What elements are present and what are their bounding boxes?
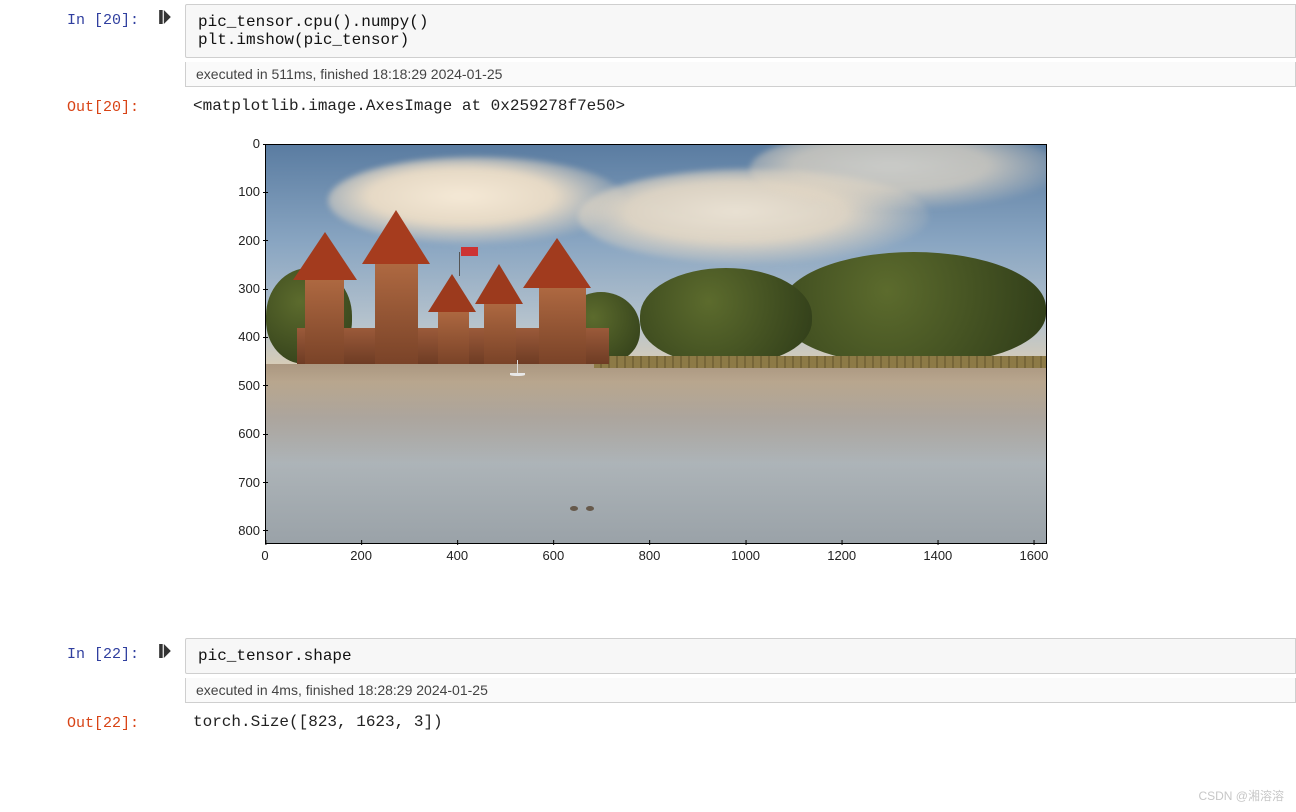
x-tick: 200 — [350, 548, 372, 563]
x-tick: 1600 — [1019, 548, 1048, 563]
exec-row-22: executed in 4ms, finished 18:28:29 2024-… — [0, 678, 1296, 703]
exec-row-20: executed in 511ms, finished 18:18:29 202… — [0, 62, 1296, 87]
y-tick: 500 — [210, 378, 260, 393]
exec-status-22: executed in 4ms, finished 18:28:29 2024-… — [185, 678, 1296, 703]
cell-in-22: In [22]: pic_tensor.shape — [0, 638, 1296, 674]
x-tick: 600 — [542, 548, 564, 563]
x-tick: 800 — [639, 548, 661, 563]
exec-status-20: executed in 511ms, finished 18:18:29 202… — [185, 62, 1296, 87]
x-tick: 400 — [446, 548, 468, 563]
out-prompt-20: Out[20]: — [0, 91, 145, 116]
y-tick: 600 — [210, 426, 260, 441]
in-prompt-22: In [22]: — [0, 638, 145, 663]
output-text-22: torch.Size([823, 1623, 3]) — [185, 707, 1296, 731]
x-tick: 1200 — [827, 548, 856, 563]
run-icon — [159, 644, 171, 658]
cell-out-20: Out[20]: <matplotlib.image.AxesImage at … — [0, 91, 1296, 116]
y-tick: 800 — [210, 523, 260, 538]
output-text-20: <matplotlib.image.AxesImage at 0x259278f… — [185, 91, 1296, 115]
run-button-22[interactable] — [145, 638, 185, 662]
in-prompt-20: In [20]: — [0, 4, 145, 29]
code-input-22[interactable]: pic_tensor.shape — [185, 638, 1296, 674]
y-tick: 200 — [210, 233, 260, 248]
code-input-20[interactable]: pic_tensor.cpu().numpy() plt.imshow(pic_… — [185, 4, 1296, 58]
y-tick: 400 — [210, 329, 260, 344]
cell-out-22: Out[22]: torch.Size([823, 1623, 3]) — [0, 707, 1296, 732]
code-line: plt.imshow(pic_tensor) — [198, 31, 409, 49]
code-line: pic_tensor.shape — [198, 647, 352, 665]
plot-output: 0100200300400500600700800020040060080010… — [185, 120, 1296, 608]
x-tick: 1000 — [731, 548, 760, 563]
x-tick: 1400 — [923, 548, 952, 563]
out-prompt-22: Out[22]: — [0, 707, 145, 732]
x-tick: 0 — [261, 548, 268, 563]
y-tick: 0 — [210, 136, 260, 151]
code-line: pic_tensor.cpu().numpy() — [198, 13, 428, 31]
run-icon — [159, 10, 171, 24]
cell-in-20: In [20]: pic_tensor.cpu().numpy() plt.im… — [0, 4, 1296, 58]
y-tick: 100 — [210, 184, 260, 199]
run-button-20[interactable] — [145, 4, 185, 28]
y-tick: 300 — [210, 281, 260, 296]
watermark: CSDN @湘溶溶 — [1198, 787, 1284, 804]
plot-row: 0100200300400500600700800020040060080010… — [0, 120, 1296, 608]
plot-axes — [265, 144, 1047, 544]
y-tick: 700 — [210, 475, 260, 490]
